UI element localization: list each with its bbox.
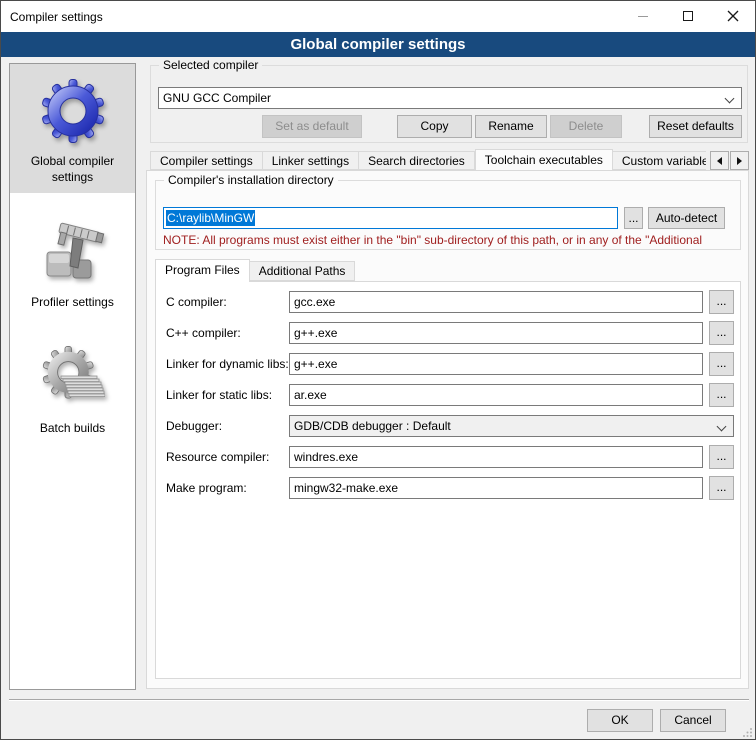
sidebar-item-label: Global compiler settings — [10, 152, 135, 193]
browse-button[interactable]: ... — [709, 445, 734, 469]
tab-scroll-left-button[interactable] — [710, 151, 729, 170]
footer-divider — [9, 699, 749, 701]
installation-directory-input[interactable]: C:\raylib\MinGW — [163, 207, 618, 229]
tab-additional-paths[interactable]: Additional Paths — [250, 261, 356, 281]
make-program-input[interactable]: mingw32-make.exe — [289, 477, 703, 499]
browse-button[interactable]: ... — [709, 476, 734, 500]
compiler-settings-dialog: Compiler settings Global compiler settin… — [0, 0, 756, 740]
browse-button[interactable]: ... — [709, 321, 734, 345]
reset-defaults-button[interactable]: Reset defaults — [649, 115, 742, 138]
resource-compiler-row: Resource compiler: windres.exe ... — [156, 446, 740, 470]
window-title: Compiler settings — [1, 10, 103, 24]
c-compiler-input[interactable]: gcc.exe — [289, 291, 703, 313]
tab-program-files[interactable]: Program Files — [155, 259, 250, 282]
bin-subdirectory-note: NOTE: All programs must exist either in … — [163, 233, 739, 247]
resource-compiler-input[interactable]: windres.exe — [289, 446, 703, 468]
minimize-button[interactable] — [620, 1, 665, 31]
field-label: C++ compiler: — [166, 326, 241, 340]
tab-compiler-settings[interactable]: Compiler settings — [150, 151, 263, 170]
tab-scroll-right-button[interactable] — [730, 151, 749, 170]
program-tabs: Program Files Additional Paths — [155, 259, 355, 281]
arrow-left-icon — [717, 157, 722, 165]
tab-search-directories[interactable]: Search directories — [359, 151, 475, 170]
close-button[interactable] — [710, 1, 755, 31]
group-label: Selected compiler — [159, 58, 262, 72]
resize-grip[interactable] — [743, 727, 753, 737]
static-linker-input[interactable]: ar.exe — [289, 384, 703, 406]
chevron-down-icon — [725, 94, 735, 104]
maximize-icon — [683, 11, 693, 21]
tab-toolchain-executables[interactable]: Toolchain executables — [475, 149, 613, 170]
browse-button[interactable]: ... — [709, 352, 734, 376]
tab-linker-settings[interactable]: Linker settings — [263, 151, 359, 170]
compiler-select[interactable]: GNU GCC Compiler — [158, 87, 742, 109]
sidebar-item-profiler-settings[interactable]: Profiler settings — [10, 205, 135, 319]
sidebar-item-label: Batch builds — [10, 419, 135, 445]
browse-button[interactable]: ... — [709, 383, 734, 407]
delete-button[interactable]: Delete — [550, 115, 622, 138]
static-linker-row: Linker for static libs: ar.exe ... — [156, 384, 740, 408]
chevron-down-icon — [717, 422, 727, 432]
rename-button[interactable]: Rename — [475, 115, 547, 138]
set-as-default-button[interactable]: Set as default — [262, 115, 362, 138]
selected-compiler-group: Selected compiler GNU GCC Compiler Set a… — [150, 65, 748, 143]
copy-button[interactable]: Copy — [397, 115, 472, 138]
tab-custom-variables[interactable]: Custom variables — [613, 151, 706, 170]
blue-gear-icon — [10, 70, 135, 152]
close-icon — [727, 10, 739, 22]
make-program-row: Make program: mingw32-make.exe ... — [156, 477, 740, 501]
arrow-right-icon — [737, 157, 742, 165]
cpp-compiler-input[interactable]: g++.exe — [289, 322, 703, 344]
dynamic-linker-row: Linker for dynamic libs: g++.exe ... — [156, 353, 740, 377]
field-label: Debugger: — [166, 419, 222, 433]
page-title: Global compiler settings — [1, 32, 755, 57]
debugger-select-value: GDB/CDB debugger : Default — [294, 416, 451, 436]
sidebar-item-global-compiler-settings[interactable]: Global compiler settings — [10, 64, 135, 193]
selected-path-text: C:\raylib\MinGW — [166, 210, 255, 226]
caliper-icon — [10, 211, 135, 293]
gray-gear-stack-icon — [10, 337, 135, 419]
sidebar-item-batch-builds[interactable]: Batch builds — [10, 331, 135, 445]
maximize-button[interactable] — [665, 1, 710, 31]
program-files-panel: C compiler: gcc.exe ... C++ compiler: g+… — [155, 281, 741, 679]
titlebar: Compiler settings — [1, 1, 755, 32]
installation-directory-group: Compiler's installation directory C:\ray… — [155, 180, 741, 250]
browse-directory-button[interactable]: ... — [624, 207, 643, 229]
field-label: Linker for dynamic libs: — [166, 357, 289, 371]
field-label: Make program: — [166, 481, 247, 495]
minimize-icon — [638, 16, 648, 17]
cpp-compiler-row: C++ compiler: g++.exe ... — [156, 322, 740, 346]
field-label: C compiler: — [166, 295, 227, 309]
field-label: Linker for static libs: — [166, 388, 272, 402]
debugger-row: Debugger: GDB/CDB debugger : Default — [156, 415, 740, 439]
cancel-button[interactable]: Cancel — [660, 709, 726, 732]
c-compiler-row: C compiler: gcc.exe ... — [156, 291, 740, 315]
field-label: Resource compiler: — [166, 450, 269, 464]
dynamic-linker-input[interactable]: g++.exe — [289, 353, 703, 375]
sidebar-item-label: Profiler settings — [10, 293, 135, 319]
debugger-select[interactable]: GDB/CDB debugger : Default — [289, 415, 734, 437]
toolchain-executables-page: Compiler's installation directory C:\ray… — [146, 170, 749, 689]
settings-category-list: Global compiler settings — [9, 63, 136, 690]
ok-button[interactable]: OK — [587, 709, 653, 732]
compiler-select-value: GNU GCC Compiler — [163, 91, 271, 105]
browse-button[interactable]: ... — [709, 290, 734, 314]
settings-tabs: Compiler settings Linker settings Search… — [150, 149, 706, 170]
auto-detect-button[interactable]: Auto-detect — [648, 207, 725, 229]
group-label: Compiler's installation directory — [164, 173, 338, 187]
